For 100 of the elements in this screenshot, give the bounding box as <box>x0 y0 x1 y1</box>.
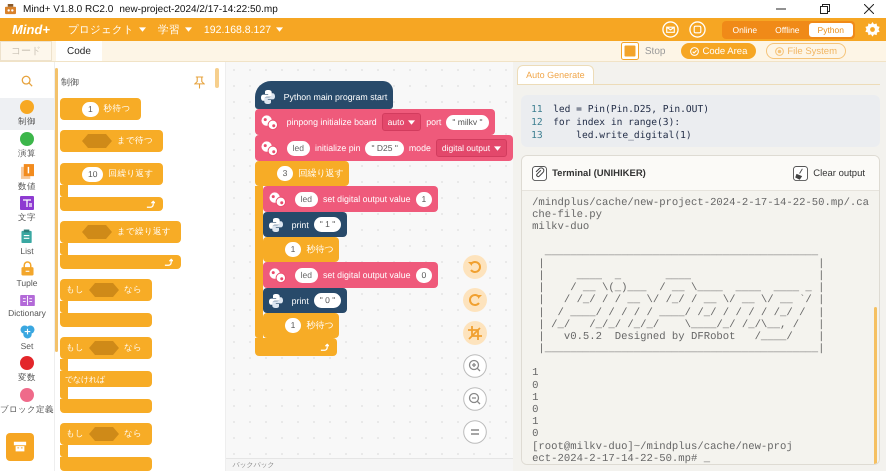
start-block[interactable]: Python main program start <box>254 81 394 109</box>
block-label: print <box>292 220 309 230</box>
text-input[interactable]: " 0 " <box>314 293 342 308</box>
loop-arrow-icon <box>146 200 156 208</box>
block-label: 秒待つ <box>104 103 131 115</box>
condition-slot[interactable] <box>89 427 119 441</box>
category-item[interactable]: Dictionary <box>0 290 54 322</box>
condition-slot[interactable] <box>89 341 119 355</box>
block-label: 回繰り返す <box>298 168 344 180</box>
python-logo-icon <box>260 88 276 104</box>
palette-title: 制御 <box>61 76 79 89</box>
loop-arrow-icon <box>164 258 173 266</box>
pin-icon[interactable] <box>194 76 205 89</box>
stop-icon[interactable] <box>620 42 639 60</box>
condition-slot[interactable] <box>82 225 112 239</box>
pinpong-icon <box>268 266 287 284</box>
terminal-line: | ____ _ ____ | <box>537 270 826 282</box>
pinpong-block[interactable]: led set digital output value 0 <box>262 262 438 288</box>
code-editor[interactable]: 11 led = Pin(Pin.D25, Pin.OUT) 12 for index in range(3): 13 led.write_digital(1) <box>521 95 880 147</box>
python-block[interactable]: print " 1 " <box>262 212 348 237</box>
envelope-icon[interactable] <box>662 21 679 38</box>
app-icon <box>4 4 17 14</box>
terminal-line: |___________________________________________| <box>537 343 826 356</box>
block-arm <box>60 243 68 255</box>
number-input[interactable]: 1 <box>284 318 302 333</box>
python-block[interactable]: print " 0 " <box>262 288 348 313</box>
text-input[interactable]: " D25 " <box>365 140 404 156</box>
variable-field[interactable]: led <box>294 192 318 206</box>
block-arm <box>60 301 68 313</box>
loop-header[interactable]: 10 回繰り返す <box>60 163 164 185</box>
variable-field[interactable]: led <box>294 268 318 282</box>
category-item[interactable]: ブロック定義 <box>0 386 54 418</box>
block-label: Python main program start <box>284 92 388 102</box>
loop-block[interactable]: 10 回繰り返す <box>60 163 164 211</box>
number-input[interactable]: 1 <box>284 242 302 257</box>
pinpong-icon <box>260 114 279 130</box>
clear-output-button[interactable]: Clear output <box>793 166 865 180</box>
number-input[interactable]: 3 <box>276 166 294 181</box>
caret-icon <box>408 120 416 124</box>
restore-icon[interactable] <box>820 4 830 14</box>
terminal-line: milkv-duo <box>532 221 590 234</box>
terminal-line: | | <box>537 258 826 270</box>
block-label: もし <box>66 342 84 354</box>
extension-button[interactable] <box>6 433 34 461</box>
block-label: なら <box>124 342 142 354</box>
zoom-out-icon[interactable] <box>462 387 487 411</box>
pinpong-icon <box>260 140 279 156</box>
control-block[interactable]: 1 秒待つ <box>262 237 340 262</box>
extension-icon <box>13 440 27 454</box>
settings-icon[interactable] <box>865 22 880 37</box>
text-input[interactable]: " 1 " <box>314 217 342 232</box>
number-input[interactable]: 1 <box>82 102 99 116</box>
undo-icon[interactable] <box>462 255 487 279</box>
python-logo-icon <box>268 292 284 308</box>
category-item[interactable]: 演算 <box>0 130 54 162</box>
redo-icon[interactable] <box>462 288 487 312</box>
crop-icon[interactable] <box>462 321 487 345</box>
terminal-line: | / ____/ / / / / ____/ /_/ / / / / /_/ / | <box>537 306 826 319</box>
terminal-line: 1 <box>532 367 540 380</box>
terminal-line: 0 <box>532 404 540 416</box>
number-input[interactable]: 10 <box>82 166 104 182</box>
block-label: まで繰り返す <box>117 226 171 238</box>
category-item[interactable]: 変数 <box>0 354 54 386</box>
block-label: でなければ <box>65 374 105 384</box>
terminal-line: 1 <box>532 392 540 404</box>
reset-zoom-icon[interactable] <box>462 420 487 444</box>
file-name: new-project-2024/2/17-14:22:50.mp <box>119 4 278 14</box>
category-item[interactable]: 数値 <box>0 162 54 194</box>
loop-block[interactable]: 3 回繰り返す led set digital output value 1 print " 1 " 1 秒待つ led set digital output value 0 print " 0 " 1 秒待つ <box>254 161 438 356</box>
control-block[interactable]: 1 秒待つ <box>262 313 340 338</box>
control-block[interactable]: 1 秒待つ <box>60 98 141 120</box>
zoom-in-icon[interactable] <box>462 354 487 378</box>
close-icon[interactable] <box>864 4 874 14</box>
block-label: もし <box>66 284 84 296</box>
condition-slot[interactable] <box>82 134 112 148</box>
dropdown[interactable]: digital output <box>436 139 508 157</box>
category-item[interactable]: Set <box>0 322 54 354</box>
text-input[interactable]: " milkv " <box>446 114 488 130</box>
block-label: mode <box>408 143 431 153</box>
terminal-line: | /_/ /_/_/ /_/_/ \____/_/ /_/\__, / | <box>537 318 826 331</box>
variable-field[interactable]: led <box>286 140 310 156</box>
terminal-line: | v0.5.2 Designed by DFRobot /____/ | <box>537 331 826 344</box>
pinpong-block[interactable]: led set digital output value 1 <box>262 186 438 212</box>
number-input[interactable]: 1 <box>416 192 432 206</box>
number-input[interactable]: 0 <box>416 268 432 282</box>
caret-icon <box>184 27 192 32</box>
condition-slot[interactable] <box>89 283 119 297</box>
loop-header[interactable]: 3 回繰り返す <box>254 161 350 186</box>
category-item[interactable]: Tuple <box>0 258 54 290</box>
editor-tab[interactable]: Code <box>56 41 102 61</box>
pinpong-block[interactable]: led initialize pin " D25 " mode digital output <box>254 135 514 161</box>
pinpong-block[interactable]: pinpong initialize board auto port " milkv " <box>254 109 494 135</box>
terminal-line: [root@milkv-duo]~/mindplus/cache/new-proj <box>532 440 794 453</box>
terminal-line: che-file.py <box>532 209 603 222</box>
dropdown[interactable]: auto <box>382 113 422 131</box>
category-item[interactable]: List <box>0 226 54 258</box>
block-label: pinpong initialize board <box>286 117 377 127</box>
search-icon[interactable] <box>21 75 33 87</box>
category-item[interactable]: 制御 <box>0 98 54 130</box>
category-item[interactable]: 文字 <box>0 194 54 226</box>
